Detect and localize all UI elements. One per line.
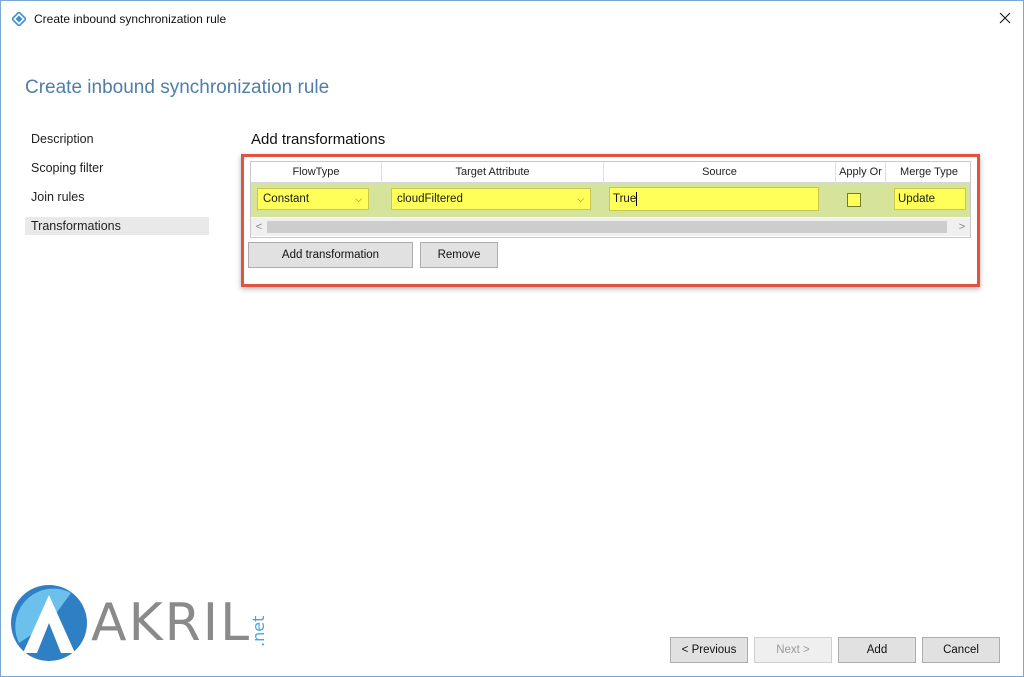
nav-item-scoping-filter[interactable]: Scoping filter <box>25 154 209 183</box>
chevron-down-icon: ⌵ <box>355 194 362 204</box>
source-input[interactable]: True <box>609 187 819 211</box>
add-button[interactable]: Add <box>838 637 916 663</box>
target-attribute-value: cloudFiltered <box>397 193 463 205</box>
close-button[interactable] <box>987 1 1023 35</box>
close-icon <box>999 12 1011 24</box>
scroll-thumb[interactable] <box>267 221 947 233</box>
scroll-right-icon[interactable]: > <box>956 220 968 234</box>
nav-item-join-rules[interactable]: Join rules <box>25 183 209 212</box>
nav-item-description[interactable]: Description <box>25 125 209 154</box>
remove-button[interactable]: Remove <box>420 242 498 268</box>
merge-type-value: Update <box>898 193 936 205</box>
previous-button[interactable]: < Previous <box>670 637 748 663</box>
add-transformation-button[interactable]: Add transformation <box>248 242 413 268</box>
akril-logo-icon <box>11 585 87 661</box>
sync-app-icon <box>12 12 26 26</box>
flowtype-dropdown[interactable]: Constant ⌵ <box>257 188 369 210</box>
source-value: True <box>613 193 637 205</box>
grid-header: FlowType Target Attribute Source Apply O… <box>251 162 970 183</box>
cancel-button[interactable]: Cancel <box>922 637 1000 663</box>
next-button[interactable]: Next > <box>754 637 832 663</box>
header-apply-once[interactable]: Apply Or <box>836 162 886 183</box>
window-title: Create inbound synchronization rule <box>34 12 227 26</box>
merge-type-dropdown[interactable]: Update <box>894 188 966 210</box>
logo-suffix: .net <box>249 615 268 647</box>
logo-text: AKRIL <box>91 593 252 653</box>
text-cursor <box>636 191 638 206</box>
akril-logo: AKRIL .net <box>11 583 271 663</box>
horizontal-scrollbar[interactable]: < > <box>251 218 970 236</box>
target-attribute-dropdown[interactable]: cloudFiltered ⌵ <box>391 188 591 210</box>
page-heading: Create inbound synchronization rule <box>25 77 330 98</box>
transformations-grid: FlowType Target Attribute Source Apply O… <box>250 161 971 238</box>
section-title: Add transformations <box>251 131 386 148</box>
header-merge-type[interactable]: Merge Type <box>886 162 972 183</box>
apply-once-checkbox[interactable] <box>847 193 861 207</box>
header-target-attribute[interactable]: Target Attribute <box>382 162 604 183</box>
flowtype-value: Constant <box>263 193 310 205</box>
header-flowtype[interactable]: FlowType <box>251 162 382 183</box>
chevron-down-icon: ⌵ <box>577 194 584 204</box>
nav-item-transformations[interactable]: Transformations <box>25 217 209 235</box>
title-bar: Create inbound synchronization rule <box>1 1 1023 35</box>
wizard-nav: Description Scoping filter Join rules Tr… <box>25 125 209 235</box>
header-source[interactable]: Source <box>604 162 836 183</box>
scroll-left-icon[interactable]: < <box>253 220 265 234</box>
table-row[interactable]: Constant ⌵ cloudFiltered ⌵ True Update <box>251 183 970 217</box>
dialog-window: Create inbound synchronization rule Crea… <box>0 0 1024 677</box>
